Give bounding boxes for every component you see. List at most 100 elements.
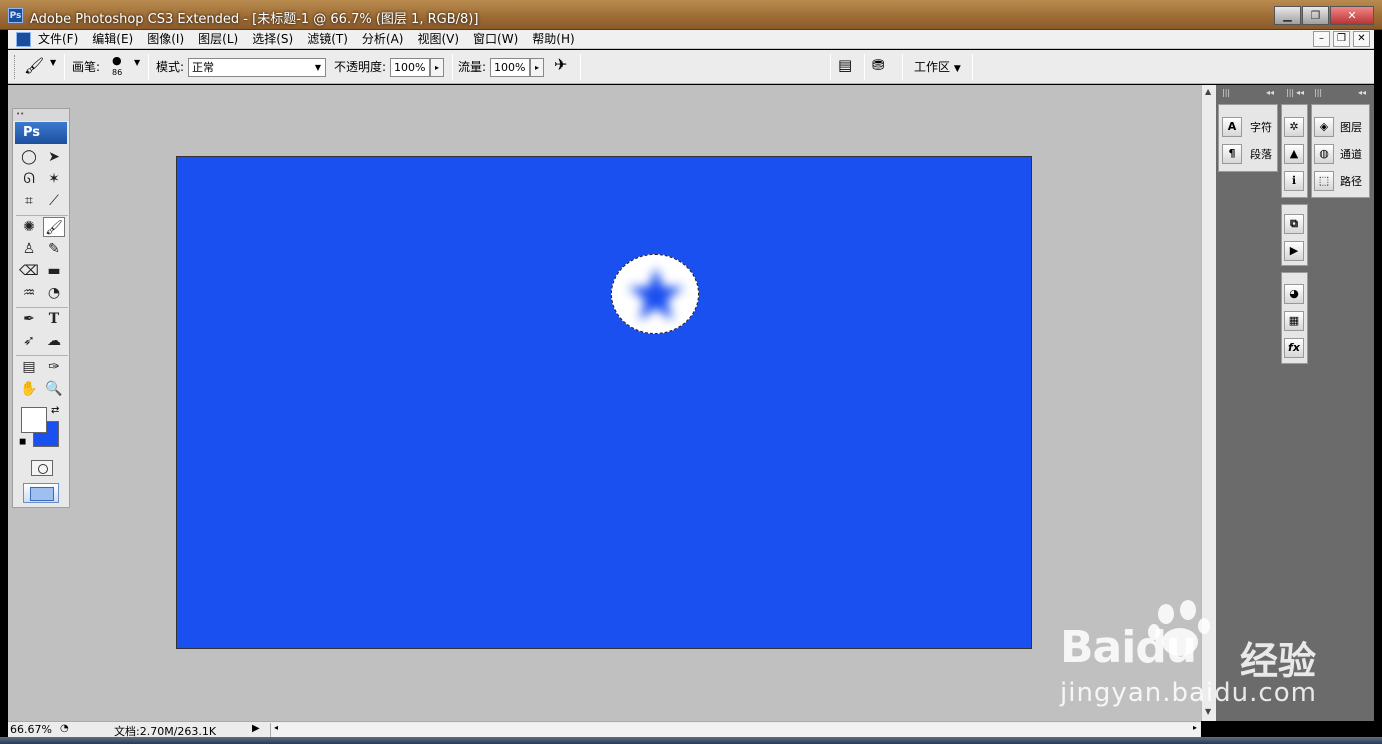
move-tool-icon[interactable]: ➤ [43,147,65,167]
brush-dropdown-icon[interactable]: ▼ [134,58,140,67]
shape-tool-icon[interactable]: ☁ [43,331,65,351]
lasso-tool-icon[interactable]: ᘏ [18,169,40,189]
swap-colors-icon[interactable]: ⇄ [51,405,59,416]
magic-wand-icon[interactable]: ✶ [43,169,65,189]
brush-tool-icon[interactable]: 🖌 [24,56,44,75]
flow-input[interactable]: 100% [490,58,530,77]
flow-slider-icon[interactable]: ▸ [530,58,544,77]
divider [16,215,68,216]
menu-edit[interactable]: 编辑(E) [92,31,133,48]
scroll-up-icon[interactable]: ▲ [1205,87,1211,96]
panel-paragraph[interactable]: ¶ 段落 [1222,144,1272,164]
options-grip[interactable] [14,55,17,79]
restore-icon[interactable]: ❐ [1302,6,1329,25]
panel-info[interactable]: ℹ [1284,171,1304,191]
screen-mode-icon[interactable] [23,483,59,503]
char-panel-group: A 字符 ¶ 段落 [1218,104,1278,172]
panel-grip[interactable]: ||| [1286,88,1294,100]
path-select-icon[interactable]: ➶ [18,331,40,351]
workspace-menu[interactable]: 工作区 ▼ [914,58,961,75]
panel-label: 路径 [1340,175,1362,188]
minimize-icon[interactable]: ▁ [1274,6,1301,25]
menu-view[interactable]: 视图(V) [417,31,459,48]
eyedropper-icon[interactable]: ✑ [43,357,65,377]
menu-image[interactable]: 图像(I) [147,31,184,48]
panel-navigator[interactable]: ✲ [1284,117,1304,137]
menu-help[interactable]: 帮助(H) [532,31,574,48]
panel-label: 通道 [1340,148,1362,161]
title-bar: Ps Adobe Photoshop CS3 Extended - [未标题-1… [0,0,1382,30]
toolbox-grip[interactable]: •• [13,109,69,121]
panel-grip[interactable]: ||| [1314,88,1322,100]
airbrush-icon[interactable]: ✈ [554,55,567,74]
character-icon: A [1222,117,1242,137]
opacity-input[interactable]: 100% [390,58,430,77]
default-colors-icon[interactable]: ◼ [19,437,26,447]
panel-grip[interactable]: ||| [1222,88,1230,100]
horizontal-scrollbar[interactable]: ◂ ▸ [270,723,1200,737]
gradient-tool-icon[interactable]: ▬ [43,261,65,281]
marquee-tool-icon[interactable]: ◯ [18,147,40,167]
menu-analysis[interactable]: 分析(A) [362,31,404,48]
collapse-icon[interactable]: ◂◂ [1296,88,1304,100]
status-menu-icon[interactable]: ▶ [252,723,260,734]
menu-select[interactable]: 选择(S) [252,31,293,48]
doc-restore-icon[interactable]: ❐ [1333,31,1350,47]
chevron-down-icon: ▼ [314,63,321,72]
history-brush-icon[interactable]: ✎ [43,239,65,259]
menu-filter[interactable]: 滤镜(T) [307,31,348,48]
panel-paths[interactable]: ⬚ 路径 [1314,171,1362,191]
scroll-left-icon[interactable]: ◂ [274,723,278,732]
hand-tool-icon[interactable]: ✋ [18,379,40,399]
bridge-icon[interactable]: ⛃ [872,56,885,74]
collapse-icon[interactable]: ◂◂ [1358,88,1366,100]
menu-window[interactable]: 窗口(W) [473,31,518,48]
eraser-tool-icon[interactable]: ⌫ [18,261,40,281]
document-controls: – ❐ ✕ [1310,31,1370,47]
status-info-icon[interactable]: ◔ [60,723,69,734]
panel-layers[interactable]: ◈ 图层 [1314,117,1362,137]
foreground-color[interactable] [21,407,47,433]
panel-histogram[interactable]: ▲ [1284,144,1304,164]
toolbox-logo: Ps [15,122,67,144]
type-tool-icon[interactable]: T [43,309,65,329]
blur-tool-icon[interactable]: ♒ [18,283,40,303]
notes-tool-icon[interactable]: ▤ [18,357,40,377]
brush-tool-icon[interactable]: 🖌 [43,217,65,237]
collapse-icon[interactable]: ◂◂ [1266,88,1274,100]
tool-preset-dropdown-icon[interactable]: ▼ [50,58,56,67]
clone-stamp-icon[interactable]: ♙ [18,239,40,259]
menu-layer[interactable]: 图层(L) [198,31,238,48]
healing-brush-icon[interactable]: ✺ [18,217,40,237]
crop-tool-icon[interactable]: ⌗ [18,191,40,211]
elliptical-selection[interactable] [611,254,699,334]
layers-icon: ◈ [1314,117,1334,137]
panel-actions[interactable]: ▶ [1284,241,1304,261]
panel-color[interactable]: ◕ [1284,284,1304,304]
mode-select[interactable]: 正常 ▼ [188,58,326,77]
palette-well-icon[interactable]: ▤ [838,56,852,74]
pen-tool-icon[interactable]: ✒ [18,309,40,329]
doc-close-icon[interactable]: ✕ [1353,31,1370,47]
panel-styles[interactable]: fx [1284,338,1304,358]
zoom-level[interactable]: 66.67% [10,723,52,736]
dodge-tool-icon[interactable]: ◔ [43,283,65,303]
opacity-slider-icon[interactable]: ▸ [430,58,444,77]
menu-bar: 文件(F) 编辑(E) 图像(I) 图层(L) 选择(S) 滤镜(T) 分析(A… [8,30,1374,49]
panel-swatches[interactable]: ▦ [1284,311,1304,331]
menu-file[interactable]: 文件(F) [38,31,78,48]
doc-minimize-icon[interactable]: – [1313,31,1330,47]
panel-channels[interactable]: ◍ 通道 [1314,144,1362,164]
document-canvas[interactable] [176,156,1032,649]
close-icon[interactable]: ✕ [1330,6,1374,25]
brush-dot-icon[interactable]: ● [112,54,122,67]
panel-history[interactable]: ⧉ [1284,214,1304,234]
panel-character[interactable]: A 字符 [1222,117,1272,137]
document-icon[interactable] [16,32,31,47]
panel-label: 段落 [1250,148,1272,161]
zoom-tool-icon[interactable]: 🔍 [43,379,65,399]
quick-mask-icon[interactable] [31,460,53,476]
scroll-right-icon[interactable]: ▸ [1193,723,1197,732]
slice-tool-icon[interactable]: ⟋ [43,191,65,211]
scroll-down-icon[interactable]: ▼ [1205,707,1211,716]
